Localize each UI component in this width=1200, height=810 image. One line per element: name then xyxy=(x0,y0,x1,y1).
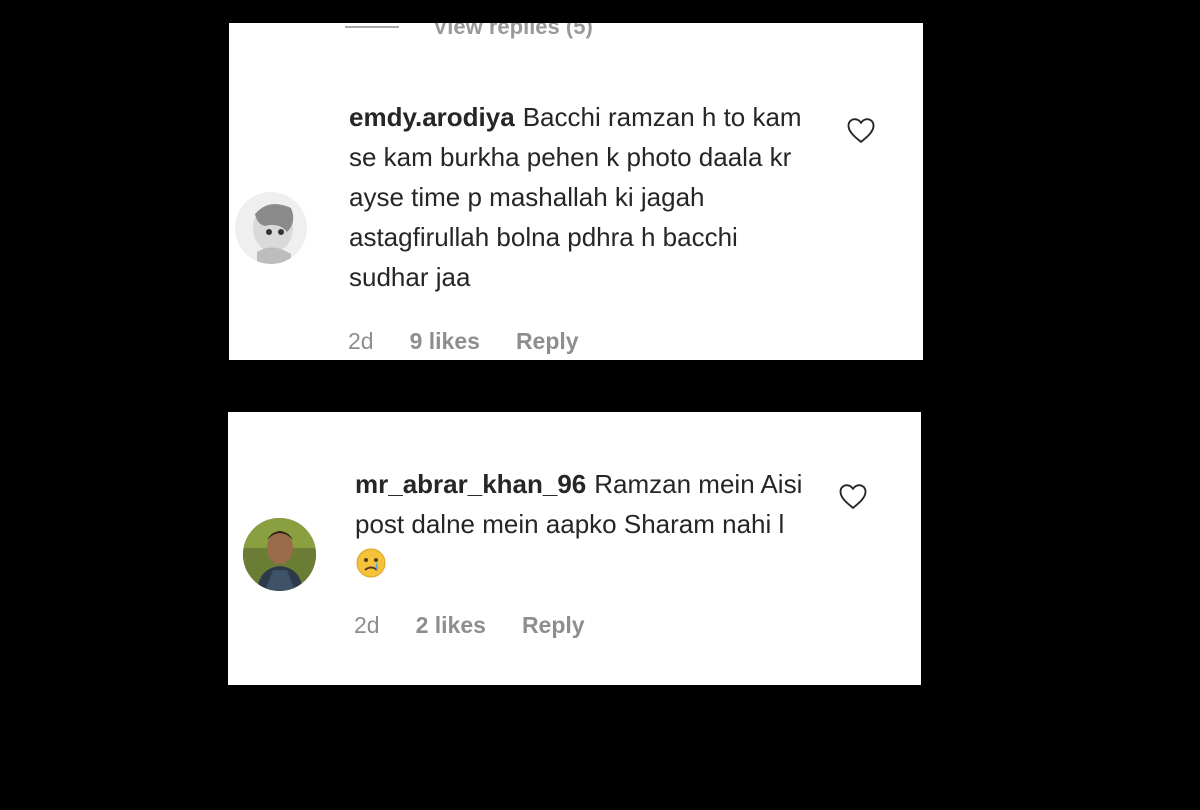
comment-card: View replies (5) emdy.arodiya Bacchi ramz… xyxy=(229,23,923,360)
comment-username[interactable]: emdy.arodiya xyxy=(349,102,515,132)
avatar[interactable] xyxy=(243,518,316,591)
comment-time[interactable]: 2d xyxy=(354,612,380,639)
comment-text: mr_abrar_khan_96 Ramzan mein Aisi post da… xyxy=(355,464,805,584)
view-replies-label: View replies (5) xyxy=(433,23,593,39)
heart-outline-icon[interactable] xyxy=(846,116,876,144)
comment-time[interactable]: 2d xyxy=(348,328,374,355)
comment-likes[interactable]: 2 likes xyxy=(416,612,486,639)
comment-text: emdy.arodiya Bacchi ramzan h to kam se ka… xyxy=(349,97,819,297)
comment-meta: 2d 2 likes Reply xyxy=(354,612,621,639)
comment-meta: 2d 9 likes Reply xyxy=(348,328,615,355)
reply-button[interactable]: Reply xyxy=(516,328,579,355)
crying-face-emoji xyxy=(355,547,387,579)
view-replies-button[interactable]: View replies (5) xyxy=(345,23,593,40)
comment-username[interactable]: mr_abrar_khan_96 xyxy=(355,469,586,499)
comment-likes[interactable]: 9 likes xyxy=(410,328,480,355)
heart-outline-icon[interactable] xyxy=(838,482,868,510)
reply-button[interactable]: Reply xyxy=(522,612,585,639)
replies-divider xyxy=(345,26,399,28)
comment-card: mr_abrar_khan_96 Ramzan mein Aisi post da… xyxy=(228,412,921,685)
avatar[interactable] xyxy=(235,192,307,264)
